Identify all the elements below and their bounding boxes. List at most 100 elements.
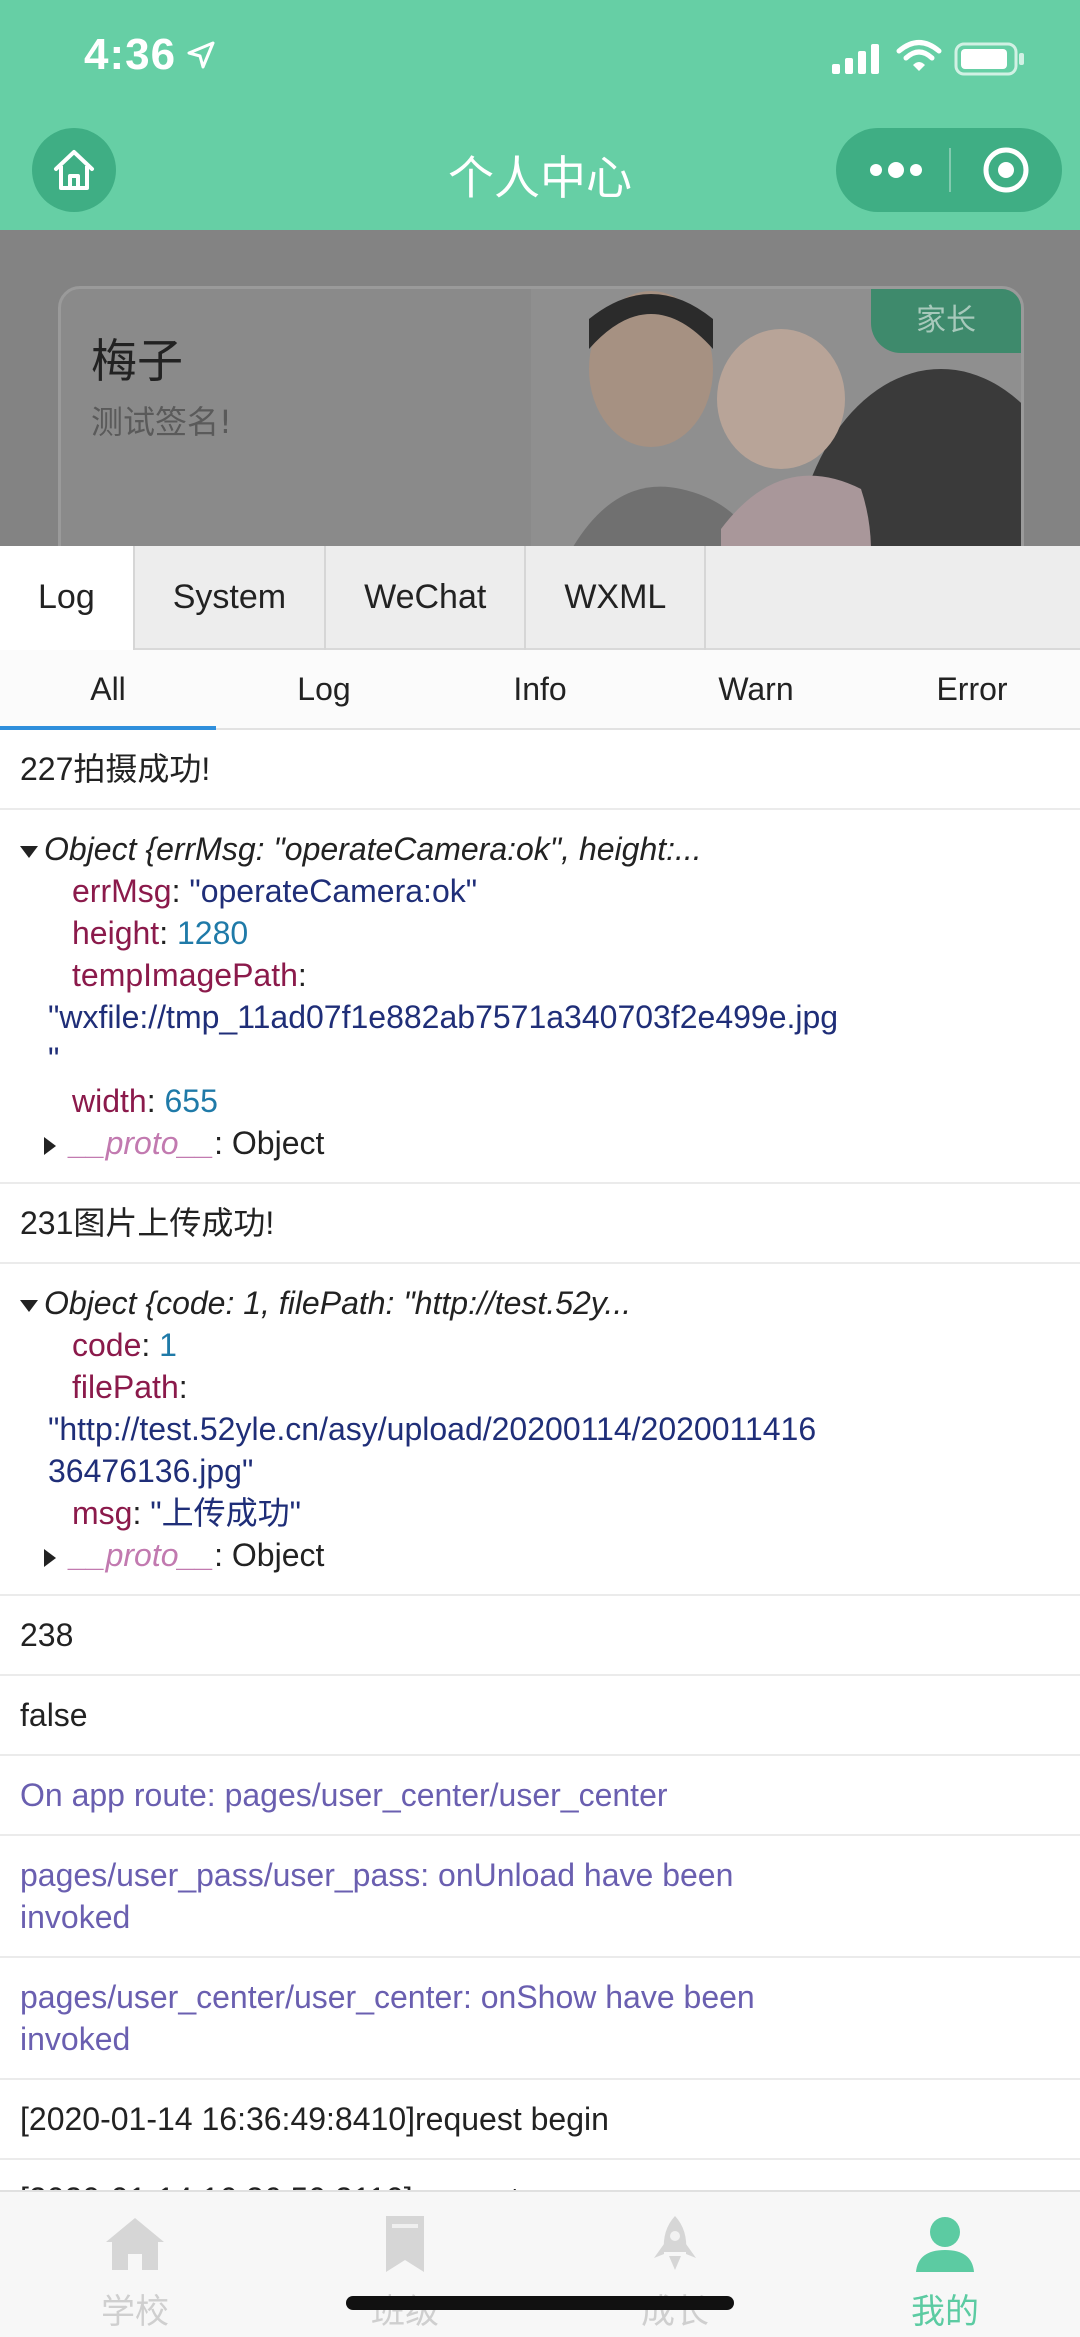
object-field-value-line: 36476136.jpg" bbox=[20, 1450, 1060, 1492]
log-text: [2020-01-14 16:36:50:2110]request succes… bbox=[20, 2181, 644, 2190]
rocket-icon bbox=[654, 2216, 696, 2270]
tab-system[interactable]: System bbox=[135, 546, 327, 650]
object-field-value-line: "wxfile://tmp_11ad07f1e882ab7571a340703f… bbox=[20, 996, 1060, 1038]
log-list: 227拍摄成功! Object {errMsg: "operateCamera:… bbox=[0, 730, 1080, 2190]
tab-wxml[interactable]: WXML bbox=[526, 546, 707, 650]
log-entry: 238 bbox=[0, 1596, 1080, 1676]
filter-error[interactable]: Error bbox=[864, 650, 1080, 728]
field-value: 1 bbox=[159, 1327, 177, 1363]
object-field: tempImagePath: bbox=[72, 957, 307, 993]
object-field-value-line: "http://test.52yle.cn/asy/upload/2020011… bbox=[20, 1408, 1060, 1450]
log-object-entry: Object {code: 1, filePath: "http://test.… bbox=[0, 1264, 1080, 1596]
profile-card[interactable]: 梅子 测试签名! 家长 bbox=[58, 286, 1024, 546]
wifi-icon bbox=[896, 40, 942, 71]
proto-key: __proto__ bbox=[70, 1125, 215, 1161]
field-value: "operateCamera:ok" bbox=[189, 873, 478, 909]
log-entry-info: pages/user_pass/user_pass: onUnload have… bbox=[0, 1836, 1080, 1958]
collapsed-triangle-icon bbox=[44, 1548, 56, 1567]
filter-all[interactable]: All bbox=[0, 650, 216, 730]
log-entry: 231图片上传成功! bbox=[0, 1184, 1080, 1264]
log-text: 238 bbox=[20, 1617, 74, 1653]
field-key: filePath bbox=[72, 1369, 179, 1405]
home-icon bbox=[106, 2218, 164, 2270]
tabbar-label: 我的 bbox=[911, 2292, 979, 2332]
navigation-bar: 个人中心 bbox=[0, 120, 1080, 230]
object-summary: Object {errMsg: "operateCamera:ok", heig… bbox=[44, 831, 702, 867]
log-text: On app route: pages/user_center/user_cen… bbox=[20, 1777, 668, 1813]
collapsed-triangle-icon bbox=[44, 1136, 56, 1155]
log-text: 231图片上传成功! bbox=[20, 1205, 275, 1241]
log-text: pages/user_center/user_center: onShow ha… bbox=[20, 1979, 755, 2057]
log-entry-info: pages/user_center/user_center: onShow ha… bbox=[0, 1958, 1080, 2080]
field-value: 655 bbox=[164, 1083, 218, 1119]
capsule-divider bbox=[949, 148, 951, 192]
log-text: pages/user_pass/user_pass: onUnload have… bbox=[20, 1857, 734, 1935]
log-entry-info: On app route: pages/user_center/user_cen… bbox=[0, 1756, 1080, 1836]
profile-signature: 测试签名! bbox=[91, 403, 232, 441]
field-key: height bbox=[72, 915, 160, 951]
vconsole-tabs: Log System WeChat WXML bbox=[0, 546, 1080, 650]
expanded-triangle-icon bbox=[20, 1299, 38, 1312]
proto-key: __proto__ bbox=[70, 1537, 215, 1573]
tabbar-label: 学校 bbox=[101, 2292, 169, 2332]
cellular-signal-icon bbox=[832, 44, 879, 74]
field-key: code bbox=[72, 1327, 142, 1363]
log-object-entry: Object {errMsg: "operateCamera:ok", heig… bbox=[0, 810, 1080, 1184]
field-key: errMsg bbox=[72, 873, 172, 909]
mini-program-capsule bbox=[836, 128, 1062, 212]
log-entry: [2020-01-14 16:36:49:8410]request begin bbox=[0, 2080, 1080, 2160]
log-entry: false bbox=[0, 1676, 1080, 1756]
object-field: code: 1 bbox=[72, 1327, 177, 1363]
field-value: 36476136.jpg" bbox=[48, 1453, 254, 1489]
location-arrow-icon bbox=[187, 41, 215, 69]
more-options-icon[interactable] bbox=[866, 150, 926, 190]
profile-section: 梅子 测试签名! 家长 bbox=[0, 230, 1080, 546]
field-value: "上传成功" bbox=[150, 1495, 301, 1531]
proto-row[interactable]: __proto__: Object bbox=[20, 1122, 1060, 1164]
log-text: 227拍摄成功! bbox=[20, 751, 211, 787]
role-badge: 家长 bbox=[871, 289, 1021, 353]
field-value: "http://test.52yle.cn/asy/upload/2020011… bbox=[48, 1411, 817, 1447]
log-entry: [2020-01-14 16:36:50:2110]request succes… bbox=[0, 2160, 1080, 2190]
tabbar-item-mine[interactable]: 我的 bbox=[810, 2192, 1080, 2337]
log-text: false bbox=[20, 1697, 88, 1733]
log-entry: 227拍摄成功! bbox=[0, 730, 1080, 810]
tab-log[interactable]: Log bbox=[0, 546, 135, 650]
object-field-value-line: " bbox=[20, 1038, 1060, 1080]
field-value: "wxfile://tmp_11ad07f1e882ab7571a340703f… bbox=[48, 999, 839, 1035]
object-summary-row[interactable]: Object {code: 1, filePath: "http://test.… bbox=[20, 1282, 1060, 1324]
filter-warn[interactable]: Warn bbox=[648, 650, 864, 728]
tabbar-item-growth[interactable]: 成长 bbox=[540, 2192, 810, 2337]
object-field: errMsg: "operateCamera:ok" bbox=[72, 873, 478, 909]
object-field: filePath: bbox=[72, 1369, 188, 1405]
bookmark-icon bbox=[386, 2216, 424, 2272]
field-key: tempImagePath bbox=[72, 957, 298, 993]
tabbar-item-school[interactable]: 学校 bbox=[0, 2192, 270, 2337]
close-mini-program-icon[interactable] bbox=[980, 144, 1032, 196]
field-key: msg bbox=[72, 1495, 133, 1531]
proto-row[interactable]: __proto__: Object bbox=[20, 1534, 1060, 1576]
proto-value: : Object bbox=[214, 1537, 325, 1573]
filter-info[interactable]: Info bbox=[432, 650, 648, 728]
log-text: [2020-01-14 16:36:49:8410]request begin bbox=[20, 2101, 609, 2137]
object-field: msg: "上传成功" bbox=[72, 1495, 301, 1531]
tabbar-item-class[interactable]: 班级 bbox=[270, 2192, 540, 2337]
profile-name: 梅子 bbox=[91, 334, 183, 388]
status-bar: 4:36 bbox=[0, 0, 1080, 120]
field-value: " bbox=[48, 1041, 60, 1077]
status-time: 4:36 bbox=[84, 30, 177, 79]
filter-log[interactable]: Log bbox=[216, 650, 432, 728]
tab-wechat[interactable]: WeChat bbox=[326, 546, 527, 650]
object-field: height: 1280 bbox=[72, 915, 249, 951]
expanded-triangle-icon bbox=[20, 845, 38, 858]
log-filter-bar: All Log Info Warn Error bbox=[0, 650, 1080, 730]
field-value: 1280 bbox=[176, 915, 249, 951]
home-indicator[interactable] bbox=[346, 2296, 734, 2310]
object-summary: Object {code: 1, filePath: "http://test.… bbox=[44, 1285, 632, 1321]
bottom-tab-bar: 学校 班级 成长 我的 bbox=[0, 2190, 1080, 2337]
object-summary-row[interactable]: Object {errMsg: "operateCamera:ok", heig… bbox=[20, 828, 1060, 870]
object-field: width: 655 bbox=[72, 1083, 218, 1119]
proto-value: : Object bbox=[214, 1125, 325, 1161]
field-key: width bbox=[72, 1083, 147, 1119]
battery-icon bbox=[954, 42, 1024, 76]
